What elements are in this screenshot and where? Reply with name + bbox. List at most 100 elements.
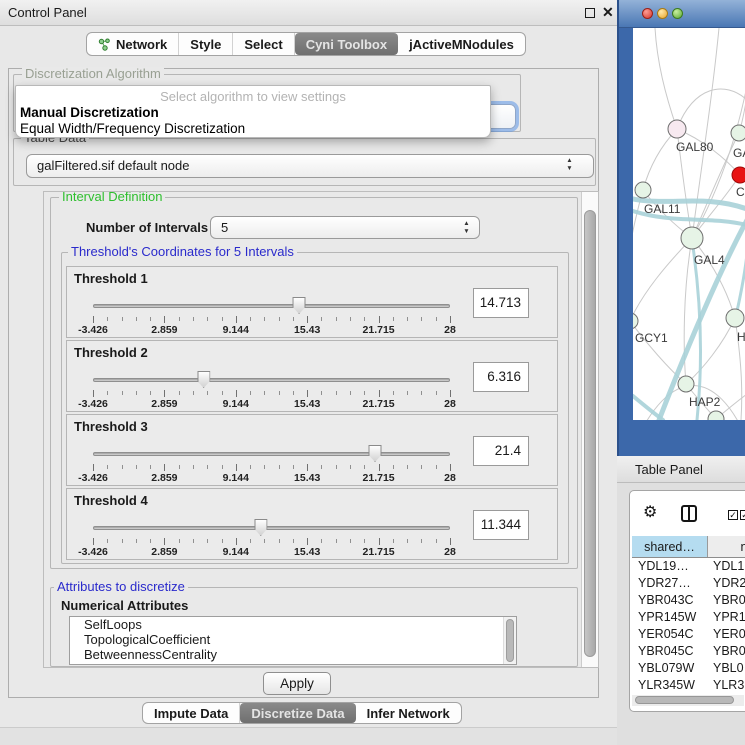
vertical-scrollbar-thumb[interactable] xyxy=(584,210,596,657)
number-of-intervals-spinner[interactable]: 5 xyxy=(210,216,480,239)
threshold-slider[interactable] xyxy=(93,444,450,462)
combo-stepper-icon[interactable]: ▲▼ xyxy=(565,157,574,173)
cell-name: YER0 xyxy=(708,626,745,643)
threshold-slider[interactable] xyxy=(93,518,450,536)
threshold-value-field[interactable]: 14.713 xyxy=(473,288,529,318)
network-node-gal80[interactable] xyxy=(668,120,686,138)
table-row[interactable]: YDL19…YDL1 xyxy=(632,558,745,575)
tick-label: -3.426 xyxy=(78,472,108,484)
tab-jactivemnodules[interactable]: jActiveMNodules xyxy=(398,33,525,55)
bottom-tab-impute-data[interactable]: Impute Data xyxy=(143,703,240,723)
tab-style[interactable]: Style xyxy=(179,33,233,55)
tick-label: -3.426 xyxy=(78,546,108,558)
attribute-item-topologicalcoefficient[interactable]: TopologicalCoefficient xyxy=(70,632,516,647)
gear-icon[interactable]: ⚙ xyxy=(643,502,657,522)
split-columns-icon[interactable] xyxy=(681,505,697,522)
tab-network[interactable]: Network xyxy=(87,33,179,55)
column-header-shared-name[interactable]: shared… xyxy=(632,536,708,557)
table-row[interactable]: YBL079WYBL0 xyxy=(632,660,745,677)
minimize-traffic-light-icon[interactable] xyxy=(657,8,668,19)
cell-shared-name: YPR145W xyxy=(632,609,708,626)
network-node-node-h[interactable] xyxy=(726,309,744,327)
attributes-group-label: Attributes to discretize xyxy=(54,580,188,594)
list-scrollbar-thumb[interactable] xyxy=(506,619,514,662)
vertical-scrollbar[interactable] xyxy=(581,192,598,667)
network-canvas[interactable]: GAL80GACGAL11GAL4GCY1HHAP2 xyxy=(633,28,745,420)
attributes-group: Attributes to discretize Numerical Attri… xyxy=(50,587,578,667)
number-of-intervals-label: Number of Intervals xyxy=(86,220,208,235)
network-edge xyxy=(686,318,735,384)
network-node-node-top-right[interactable] xyxy=(731,125,745,141)
slider-track[interactable] xyxy=(93,526,450,530)
algorithm-option-equal-width-frequency[interactable]: Equal Width/Frequency Discretization xyxy=(20,121,245,136)
tick-label: 9.144 xyxy=(223,472,249,484)
threshold-value-field[interactable]: 6.316 xyxy=(473,362,529,392)
table-panel-titlebar: Table Panel xyxy=(617,456,745,483)
table-panel-title: Table Panel xyxy=(635,462,703,477)
tab-label: Style xyxy=(190,37,221,52)
table-row[interactable]: YBR043CYBR0 xyxy=(632,592,745,609)
tick-label: 2.859 xyxy=(151,472,177,484)
slider-thumb[interactable] xyxy=(293,297,306,314)
slider-tick-labels: -3.4262.8599.14415.4321.71528 xyxy=(93,472,450,483)
tab-cyni-toolbox[interactable]: Cyni Toolbox xyxy=(295,33,398,55)
network-node-node-red[interactable] xyxy=(732,167,745,183)
table-row[interactable]: YBR045CYBR0 xyxy=(632,643,745,660)
slider-thumb[interactable] xyxy=(197,371,210,388)
table-row[interactable]: YLR345WYLR3 xyxy=(632,677,745,694)
slider-track[interactable] xyxy=(93,452,450,456)
interval-definition-group: Interval Definition Number of Intervals … xyxy=(50,197,578,569)
tick-label: -3.426 xyxy=(78,398,108,410)
close-icon[interactable]: ✕ xyxy=(602,4,614,21)
horizontal-scrollbar[interactable] xyxy=(632,695,744,706)
tick-label: 9.144 xyxy=(223,546,249,558)
tick-label: 21.715 xyxy=(363,324,395,336)
list-scrollbar[interactable] xyxy=(503,617,516,664)
slider-thumb[interactable] xyxy=(254,519,267,536)
network-node-hap2[interactable] xyxy=(678,376,694,392)
slider-thumb[interactable] xyxy=(369,445,382,462)
table-row[interactable]: YPR145WYPR1 xyxy=(632,609,745,626)
bottom-tab-infer-network[interactable]: Infer Network xyxy=(356,703,461,723)
tab-label: Infer Network xyxy=(367,706,450,721)
table-header-row: shared… na xyxy=(632,536,745,558)
network-node-label: GAL4 xyxy=(694,253,725,267)
tick-label: 21.715 xyxy=(363,398,395,410)
slider-track[interactable] xyxy=(93,378,450,382)
threshold-value-field[interactable]: 11.344 xyxy=(473,510,529,540)
tab-select[interactable]: Select xyxy=(233,33,294,55)
control-panel-window: Control Panel ✕ NetworkStyleSelectCyni T… xyxy=(0,0,617,745)
threshold-label: Threshold 2 xyxy=(74,345,148,360)
threshold-slider[interactable] xyxy=(93,296,450,314)
algorithm-option-manual-discretization[interactable]: Manual Discretization xyxy=(20,105,159,120)
table-data-group: Table Data galFiltered.sif default node … xyxy=(13,138,596,186)
cell-name: YPR1 xyxy=(708,609,745,626)
spinner-stepper-icon[interactable]: ▲▼ xyxy=(462,220,471,236)
attribute-item-betweennesscentrality[interactable]: BetweennessCentrality xyxy=(70,647,516,662)
tab-label: Impute Data xyxy=(154,706,228,721)
float-window-icon[interactable] xyxy=(585,8,595,18)
checkbox-icon-2[interactable]: ✓ xyxy=(740,510,745,520)
table-row[interactable]: YDR27…YDR2 xyxy=(632,575,745,592)
checkbox-icon-1[interactable]: ✓ xyxy=(728,510,738,520)
table-row[interactable]: YER054CYER0 xyxy=(632,626,745,643)
column-header-name[interactable]: na xyxy=(708,536,745,557)
zoom-traffic-light-icon[interactable] xyxy=(672,8,683,19)
tick-label: 2.859 xyxy=(151,324,177,336)
horizontal-scrollbar-thumb[interactable] xyxy=(635,696,734,704)
network-node-gal4[interactable] xyxy=(681,227,703,249)
attribute-item-selfloops[interactable]: SelfLoops xyxy=(70,617,516,632)
slider-track[interactable] xyxy=(93,304,450,308)
cell-name: YLR3 xyxy=(708,677,745,694)
apply-button[interactable]: Apply xyxy=(263,672,331,695)
threshold-value-field[interactable]: 21.4 xyxy=(473,436,529,466)
network-node-gcy1[interactable] xyxy=(633,313,638,329)
close-traffic-light-icon[interactable] xyxy=(642,8,653,19)
numerical-attributes-list[interactable]: SelfLoopsTopologicalCoefficientBetweenne… xyxy=(69,616,517,665)
bottom-tab-discretize-data[interactable]: Discretize Data xyxy=(240,703,355,723)
tick-label: 15.43 xyxy=(294,472,320,484)
table-data-combobox[interactable]: galFiltered.sif default node xyxy=(26,154,594,178)
threshold-slider[interactable] xyxy=(93,370,450,388)
slider-tick-labels: -3.4262.8599.14415.4321.71528 xyxy=(93,398,450,409)
network-node-gal11[interactable] xyxy=(635,182,651,198)
